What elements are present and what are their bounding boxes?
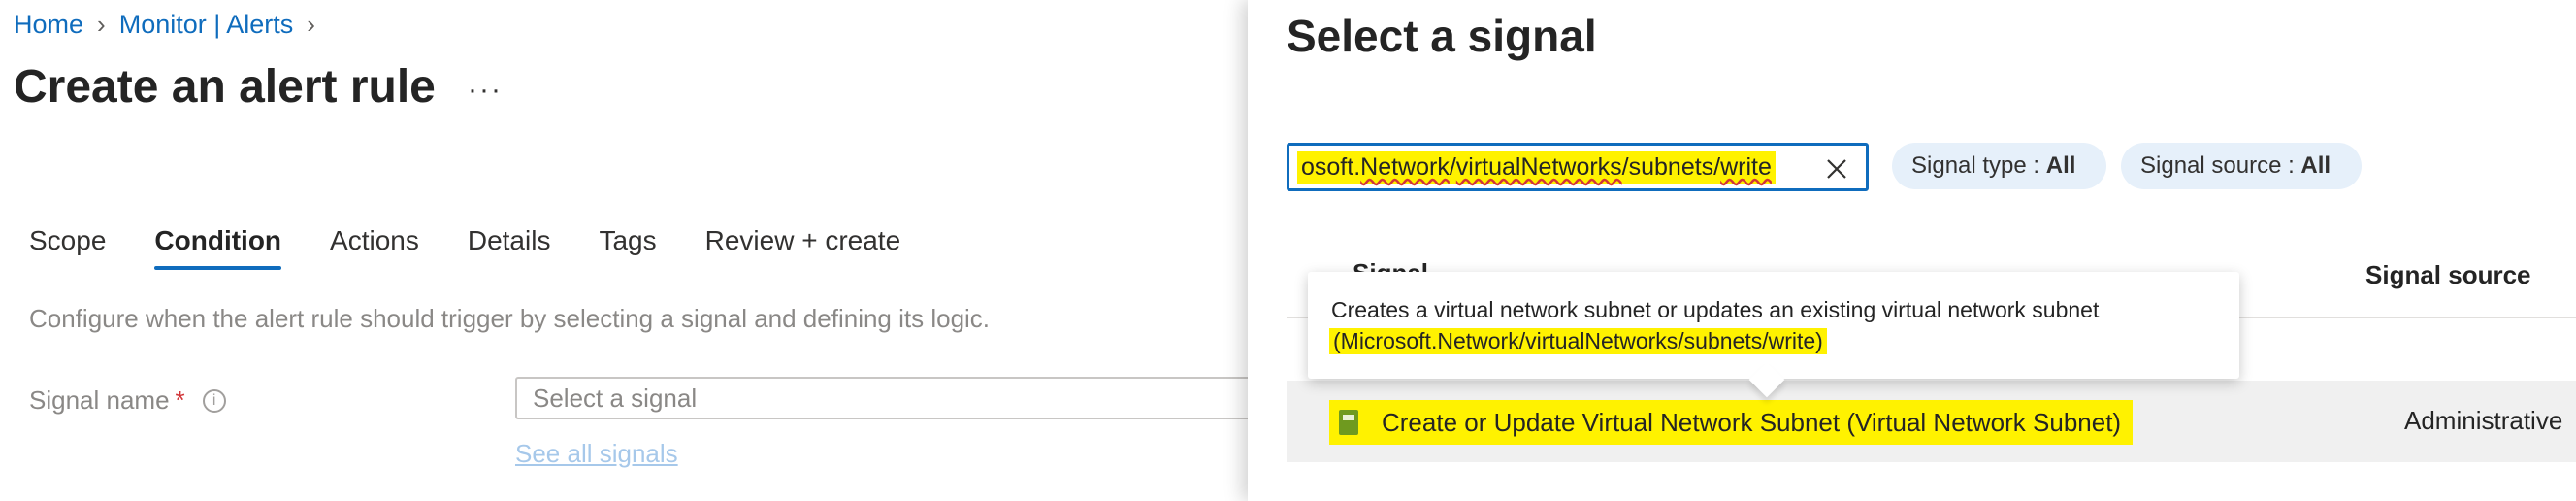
tooltip-description: Creates a virtual network subnet or upda… bbox=[1331, 297, 2100, 322]
see-all-signals-link[interactable]: See all signals bbox=[515, 439, 678, 469]
panel-title: Select a signal bbox=[1287, 11, 1597, 61]
more-options-icon[interactable]: ··· bbox=[468, 74, 503, 107]
breadcrumb-home[interactable]: Home bbox=[14, 10, 83, 40]
signal-search-input[interactable]: osoft.Network/virtualNetworks/subnets/wr… bbox=[1287, 143, 1869, 191]
condition-description: Configure when the alert rule should tri… bbox=[29, 304, 991, 333]
signal-name-text: Signal name bbox=[29, 385, 170, 415]
signal-source-value: Administrative bbox=[2404, 406, 2563, 435]
search-value: osoft.Network/virtualNetworks/subnets/wr… bbox=[1297, 150, 1776, 184]
tab-review-create[interactable]: Review + create bbox=[705, 225, 901, 270]
breadcrumb-monitor-alerts[interactable]: Monitor | Alerts bbox=[119, 10, 294, 40]
signal-source-filter[interactable]: Signal source : All bbox=[2121, 143, 2362, 189]
chevron-right-icon: › bbox=[307, 10, 315, 39]
tab-scope[interactable]: Scope bbox=[29, 225, 106, 270]
page-title: Create an alert rule bbox=[14, 61, 436, 113]
clear-icon[interactable] bbox=[1825, 157, 1848, 181]
required-marker: * bbox=[175, 385, 185, 415]
tooltip-operation: (Microsoft.Network/virtualNetworks/subne… bbox=[1329, 328, 1827, 354]
select-signal-panel: Select a signal osoft.Network/virtualNet… bbox=[1248, 0, 2576, 501]
chevron-right-icon: › bbox=[97, 10, 106, 39]
breadcrumb: Home › Monitor | Alerts › bbox=[14, 10, 329, 40]
table-row[interactable]: Create or Update Virtual Network Subnet … bbox=[1287, 381, 2576, 462]
signal-tooltip: Creates a virtual network subnet or upda… bbox=[1308, 272, 2239, 398]
tab-bar: Scope Condition Actions Details Tags Rev… bbox=[29, 225, 949, 270]
column-header-signal-source[interactable]: Signal source bbox=[2365, 260, 2531, 290]
row-name-cell[interactable]: Create or Update Virtual Network Subnet … bbox=[1329, 400, 2134, 445]
signal-name: Create or Update Virtual Network Subnet … bbox=[1382, 407, 2122, 437]
signal-type-filter[interactable]: Signal type : All bbox=[1892, 143, 2106, 189]
signal-select[interactable]: Select a signal bbox=[515, 377, 1253, 419]
tab-tags[interactable]: Tags bbox=[599, 225, 656, 270]
signal-name-label: Signal name * i bbox=[29, 385, 226, 416]
info-icon[interactable]: i bbox=[202, 388, 226, 413]
tab-details[interactable]: Details bbox=[468, 225, 551, 270]
tab-actions[interactable]: Actions bbox=[330, 225, 419, 270]
tab-condition[interactable]: Condition bbox=[154, 225, 281, 270]
activity-log-icon bbox=[1339, 410, 1358, 435]
